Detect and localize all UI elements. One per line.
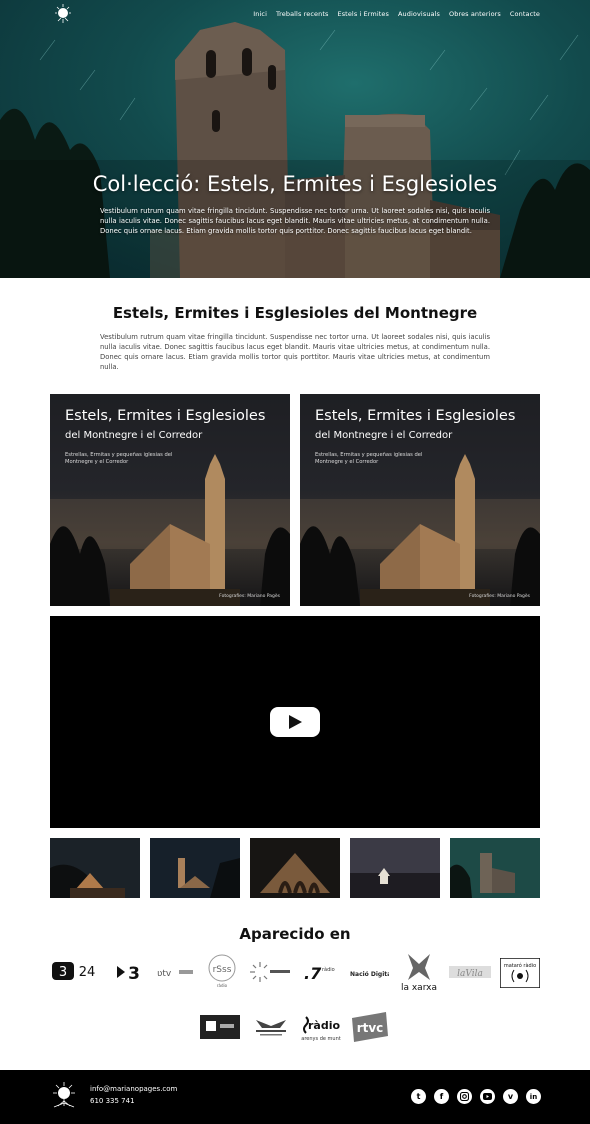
gallery-thumbnail[interactable] [50, 838, 140, 898]
footer: info@marianopages.com 610 335 741 t f v … [0, 1070, 590, 1124]
footer-logo-icon[interactable] [50, 1082, 78, 1108]
media-logo-betteve[interactable]: ʋtv [155, 964, 195, 980]
media-logo-rtvc[interactable]: rtvc [350, 1010, 390, 1044]
media-logo-tv3[interactable]: 3 [117, 962, 143, 982]
nav-item-contacte[interactable]: Contacte [510, 10, 540, 18]
svg-text:ràdio: ràdio [322, 966, 335, 973]
linkedin-icon[interactable]: in [526, 1089, 541, 1104]
hero-background-photo [0, 22, 590, 278]
facebook-icon[interactable]: f [434, 1089, 449, 1104]
logo-nacio-digital-icon: Nació Digital [350, 971, 389, 978]
svg-text:rtvc: rtvc [357, 1021, 384, 1035]
logo-la-xarxa-icon: la xarxa [401, 954, 437, 992]
media-logo-tv-local[interactable] [200, 1015, 240, 1039]
gallery-thumbnail[interactable] [150, 838, 240, 898]
nav-item-inici[interactable]: Inici [253, 10, 267, 18]
nav-item-obres-anteriors[interactable]: Obres anteriors [449, 10, 501, 18]
media-logo-nacio-digital[interactable]: Nació Digital [349, 966, 389, 980]
hero-description: Vestibulum rutrum quam vitae fringilla t… [100, 207, 490, 235]
cover-subtitle: del Montnegre i el Corredor [315, 430, 453, 441]
svg-text:rSss: rSss [213, 965, 232, 975]
svg-text:24: 24 [79, 965, 96, 980]
media-logo-mataro-radio[interactable]: mataró ràdio [500, 958, 540, 988]
logo-tv-icon: ʋtv [157, 969, 193, 979]
twitter-icon[interactable]: t [411, 1089, 426, 1104]
logo-sunburst-icon [250, 962, 290, 982]
youtube-glyph [483, 1093, 492, 1100]
photo-thumbnail-image [150, 838, 240, 898]
hero-title: Col·lecció: Estels, Ermites i Esglesiole… [92, 172, 498, 196]
svg-text:mataró ràdio: mataró ràdio [504, 962, 536, 969]
media-logo-324[interactable]: 3 24 [52, 960, 100, 982]
svg-text:.7: .7 [304, 964, 322, 983]
gallery-thumbnail[interactable] [350, 838, 440, 898]
vimeo-icon[interactable]: v [503, 1089, 518, 1104]
logo-324-icon: 3 24 [52, 962, 96, 980]
cover-subtitle: del Montnegre i el Corredor [65, 430, 203, 441]
logo-radio-arenys-icon: ràdio arenys de munt [301, 1016, 341, 1042]
appeared-in-title: Aparecido en [239, 925, 351, 943]
nav-item-estels-i-ermites[interactable]: Estels i Ermites [337, 10, 389, 18]
hero-banner: Inici Treballs recents Estels i Ermites … [0, 0, 590, 278]
svg-text:ʋtv: ʋtv [157, 969, 172, 979]
logo-tv-local-icon [200, 1015, 240, 1039]
logo-radio-7-icon: .7 ràdio [304, 964, 335, 983]
play-icon [289, 715, 302, 729]
logo-tv3-icon: 3 [117, 964, 140, 982]
gallery-thumbnail[interactable] [450, 838, 540, 898]
media-logo-radio-arenys[interactable]: ràdio arenys de munt [300, 1013, 342, 1043]
instagram-glyph [460, 1092, 469, 1101]
svg-text:3: 3 [128, 964, 140, 982]
media-logo-radio-ss[interactable]: rSss ràdio [206, 954, 238, 990]
play-button[interactable] [270, 707, 320, 737]
youtube-icon[interactable] [480, 1089, 495, 1104]
gallery-thumbnail[interactable] [250, 838, 340, 898]
photo-thumbnail-image [250, 838, 340, 898]
cover-description: Estrellas, Ermitas y pequeñas iglesias d… [65, 452, 173, 465]
cover-title: Estels, Ermites i Esglesioles [315, 408, 516, 424]
section-description: Vestibulum rutrum quam vitae fringilla t… [100, 333, 490, 371]
book-cover-back[interactable]: Estels, Ermites i Esglesioles del Montne… [300, 394, 540, 606]
cover-description: Estrellas, Ermitas y pequeñas iglesias d… [315, 452, 423, 465]
logo-la-vila-icon: laVila [449, 966, 491, 979]
cover-title: Estels, Ermites i Esglesioles [65, 408, 266, 424]
svg-text:la xarxa: la xarxa [401, 983, 437, 992]
church-photo-illustration [300, 454, 540, 606]
section-title: Estels, Ermites i Esglesioles del Montne… [112, 304, 478, 322]
media-logo-radio-vilamajor[interactable] [248, 960, 292, 984]
media-logo-radio-7[interactable]: .7 ràdio [302, 962, 338, 984]
book-cover-front[interactable]: Estels, Ermites i Esglesioles del Montne… [50, 394, 290, 606]
logo-rtvc-icon: rtvc [352, 1012, 388, 1042]
nav-item-audiovisuals[interactable]: Audiovisuals [398, 10, 440, 18]
instagram-icon[interactable] [457, 1089, 472, 1104]
logo-icon[interactable] [52, 4, 74, 24]
svg-text:laVila: laVila [457, 969, 483, 979]
svg-text:Nació Digital: Nació Digital [350, 971, 389, 978]
cover-credit: Fotografies: Mariano Pagès [469, 594, 530, 599]
photo-thumbnail-image [450, 838, 540, 898]
logo-casa-de-cultura-icon [256, 1020, 286, 1036]
svg-text:ràdio: ràdio [217, 983, 228, 988]
cover-credit: Fotografies: Mariano Pagès [219, 594, 280, 599]
nav-item-treballs-recents[interactable]: Treballs recents [276, 10, 328, 18]
logo-radio-ss-icon: rSss ràdio [208, 954, 236, 988]
photo-thumbnail-image [50, 838, 140, 898]
svg-text:ràdio: ràdio [308, 1019, 340, 1032]
church-photo-illustration [50, 454, 290, 606]
svg-text:3: 3 [59, 965, 67, 980]
svg-text:arenys de munt: arenys de munt [301, 1036, 340, 1042]
video-player[interactable] [50, 616, 540, 828]
footer-phone[interactable]: 610 335 741 [90, 1097, 135, 1105]
footer-email[interactable]: info@marianopages.com [90, 1085, 177, 1093]
photo-thumbnail-image [350, 838, 440, 898]
media-logo-la-vila[interactable]: laVila [449, 964, 491, 980]
logo-mataro-radio-icon: mataró ràdio [500, 958, 540, 988]
main-navigation: Inici Treballs recents Estels i Ermites … [253, 10, 540, 18]
media-logo-la-xarxa[interactable]: la xarxa [398, 952, 440, 992]
media-logo-casa-de-cultura[interactable] [250, 1016, 292, 1038]
